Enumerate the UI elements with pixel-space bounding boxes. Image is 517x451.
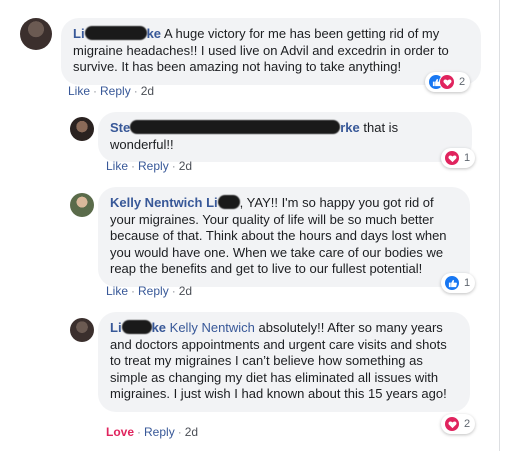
reply-link[interactable]: Reply	[138, 159, 169, 173]
like-link[interactable]: Like	[68, 84, 90, 98]
comment-actions: Like · Reply · 2d	[106, 159, 192, 173]
comment-author-suffix[interactable]: ke	[147, 26, 161, 41]
comment-actions: Love · Reply · 2d	[106, 425, 198, 439]
tagged-name[interactable]: Kelly Nentwich	[170, 320, 255, 335]
reply-link[interactable]: Reply	[144, 425, 175, 439]
like-link[interactable]: Like	[106, 284, 128, 298]
love-link[interactable]: Love	[106, 425, 134, 439]
reaction-summary[interactable]: 1	[441, 148, 476, 168]
separator: ·	[171, 284, 176, 298]
redaction-mark	[217, 195, 240, 209]
reply-link[interactable]: Reply	[138, 284, 169, 298]
like-icon	[444, 275, 460, 291]
comment-bubble: Li ke A huge victory for me has been gett…	[61, 18, 481, 85]
tagged-name[interactable]: Li	[206, 195, 218, 210]
reaction-summary[interactable]: 2	[425, 72, 471, 92]
separator: ·	[137, 425, 142, 439]
comment-actions: Like · Reply · 2d	[68, 84, 154, 98]
redaction-mark	[130, 120, 341, 134]
reaction-count: 2	[464, 418, 471, 430]
separator: ·	[93, 84, 98, 98]
comment-author[interactable]: Li	[110, 320, 122, 335]
love-icon	[444, 416, 460, 432]
separator: ·	[177, 425, 182, 439]
reaction-summary[interactable]: 2	[441, 414, 476, 434]
like-link[interactable]: Like	[106, 159, 128, 173]
timestamp[interactable]: 2d	[179, 284, 192, 298]
reaction-summary[interactable]: 1	[441, 273, 476, 293]
separator: ·	[171, 159, 176, 173]
comment-author-suffix[interactable]: rke	[340, 120, 360, 135]
avatar[interactable]	[70, 117, 94, 141]
love-icon	[444, 150, 460, 166]
comment-author[interactable]: Kelly Nentwich	[110, 195, 202, 210]
love-icon	[439, 74, 455, 90]
reaction-count: 1	[464, 152, 471, 164]
timestamp[interactable]: 2d	[185, 425, 198, 439]
redaction-mark	[121, 320, 152, 334]
separator: ·	[131, 159, 136, 173]
reaction-count: 1	[464, 277, 471, 289]
comment-bubble: Ste rke that is wonderful!!	[98, 112, 472, 162]
comment-bubble: Kelly Nentwich Li, YAY!! I'm so happy yo…	[98, 187, 470, 287]
comment-bubble: Li ke Kelly Nentwich absolutely!! After s…	[98, 312, 470, 412]
comment-author[interactable]: Ste	[110, 120, 130, 135]
reaction-count: 2	[459, 76, 466, 88]
avatar[interactable]	[70, 193, 94, 217]
comment-author-suffix[interactable]: ke	[152, 320, 166, 335]
separator: ·	[131, 284, 136, 298]
avatar[interactable]	[20, 18, 52, 50]
reply-link[interactable]: Reply	[100, 84, 131, 98]
timestamp[interactable]: 2d	[141, 84, 154, 98]
separator: ·	[133, 84, 138, 98]
comment-actions: Like · Reply · 2d	[106, 284, 192, 298]
avatar[interactable]	[70, 318, 94, 342]
redaction-mark	[84, 26, 147, 40]
timestamp[interactable]: 2d	[179, 159, 192, 173]
comment-author[interactable]: Li	[73, 26, 85, 41]
